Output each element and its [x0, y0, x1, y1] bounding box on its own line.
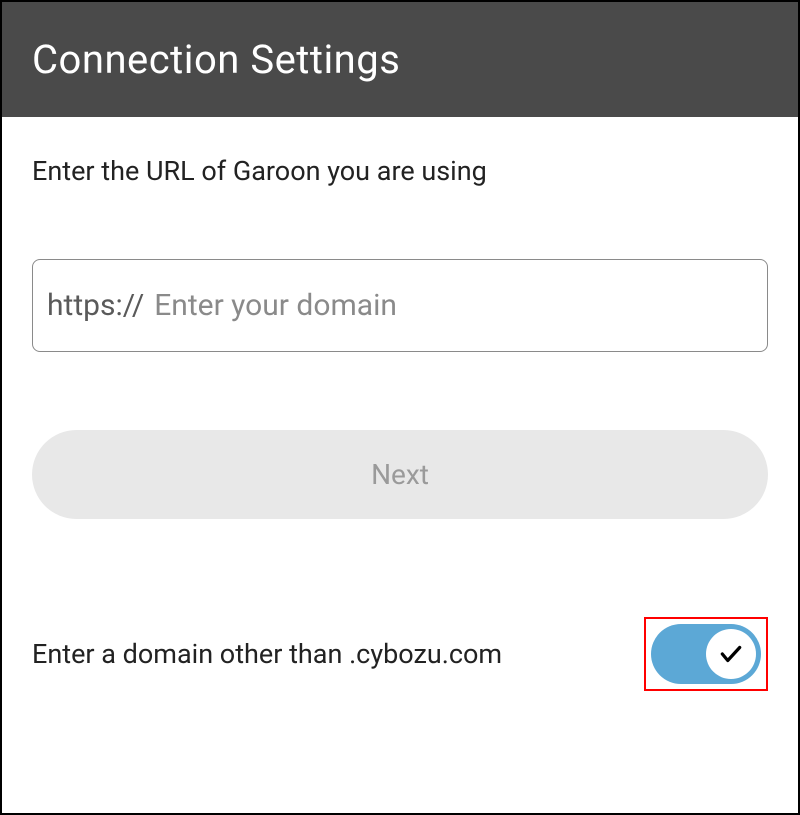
domain-input[interactable] [154, 288, 753, 323]
header: Connection Settings [2, 2, 798, 117]
check-icon [718, 641, 744, 667]
next-button[interactable]: Next [32, 430, 768, 519]
url-protocol-prefix: https:// [47, 288, 144, 323]
main-content: Enter the URL of Garoon you are using ht… [2, 117, 798, 813]
url-input-wrapper[interactable]: https:// [32, 259, 768, 352]
highlight-box [644, 617, 768, 691]
instruction-text: Enter the URL of Garoon you are using [32, 155, 768, 187]
toggle-label: Enter a domain other than .cybozu.com [32, 638, 502, 670]
toggle-row: Enter a domain other than .cybozu.com [32, 617, 768, 691]
page-title: Connection Settings [32, 36, 768, 83]
other-domain-toggle[interactable] [651, 624, 761, 684]
toggle-knob [706, 629, 756, 679]
